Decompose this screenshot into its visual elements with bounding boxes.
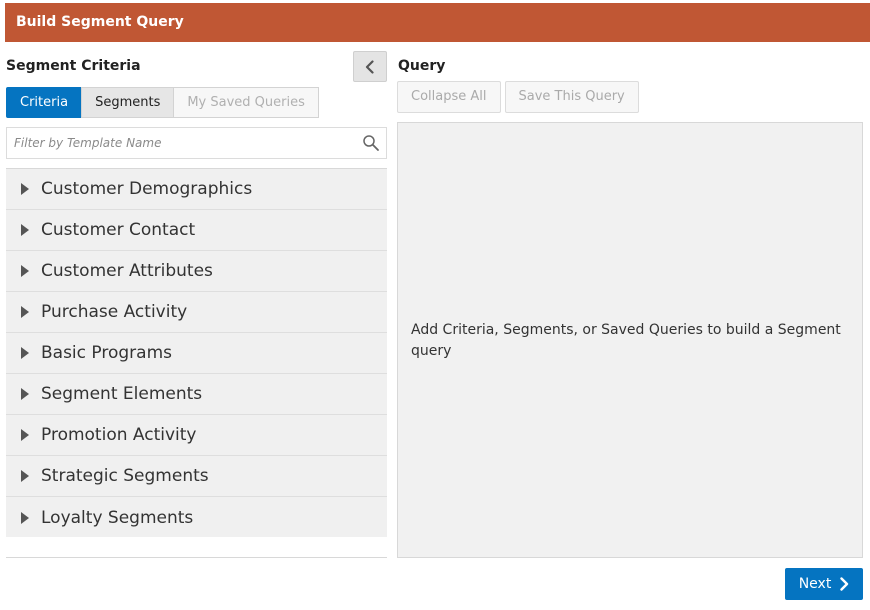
caret-right-icon xyxy=(21,224,29,236)
tab-segments[interactable]: Segments xyxy=(81,87,175,118)
category-label: Customer Contact xyxy=(41,220,196,240)
page-title: Build Segment Query xyxy=(16,14,184,30)
category-label: Promotion Activity xyxy=(41,425,197,445)
segment-criteria-heading: Segment Criteria xyxy=(6,58,141,74)
title-bar: Build Segment Query xyxy=(5,3,870,42)
query-toolbar: Collapse All Save This Query xyxy=(397,81,639,113)
caret-right-icon xyxy=(21,511,29,524)
query-heading: Query xyxy=(398,58,446,74)
caret-right-icon xyxy=(21,429,29,441)
tab-criteria[interactable]: Criteria xyxy=(6,87,83,118)
empty-query-message: Add Criteria, Segments, or Saved Queries… xyxy=(411,322,841,359)
criteria-tabs: Criteria Segments My Saved Queries xyxy=(6,87,319,118)
category-customer-demographics[interactable]: Customer Demographics xyxy=(6,169,387,210)
caret-right-icon xyxy=(21,470,29,482)
caret-right-icon xyxy=(21,306,29,318)
category-strategic-segments[interactable]: Strategic Segments xyxy=(6,456,387,497)
category-promotion-activity[interactable]: Promotion Activity xyxy=(6,415,387,456)
search-icon[interactable] xyxy=(362,134,380,152)
query-drop-area[interactable]: Add Criteria, Segments, or Saved Queries… xyxy=(397,122,863,558)
chevron-right-icon xyxy=(840,577,849,591)
category-segment-elements[interactable]: Segment Elements xyxy=(6,374,387,415)
save-this-query-button[interactable]: Save This Query xyxy=(504,81,639,113)
collapse-panel-button[interactable] xyxy=(353,51,387,82)
filter-box xyxy=(6,127,387,159)
caret-right-icon xyxy=(21,347,29,359)
category-label: Customer Demographics xyxy=(41,179,253,199)
category-label: Strategic Segments xyxy=(41,466,209,486)
category-basic-programs[interactable]: Basic Programs xyxy=(6,333,387,374)
chevron-left-icon xyxy=(365,59,374,74)
category-customer-attributes[interactable]: Customer Attributes xyxy=(6,251,387,292)
caret-right-icon xyxy=(21,388,29,400)
next-label: Next xyxy=(798,576,832,592)
category-list: Customer Demographics Customer Contact C… xyxy=(6,168,387,537)
tab-my-saved-queries[interactable]: My Saved Queries xyxy=(173,87,319,118)
category-label: Customer Attributes xyxy=(41,261,213,281)
caret-right-icon xyxy=(21,183,29,195)
divider xyxy=(6,557,387,558)
collapse-all-button[interactable]: Collapse All xyxy=(397,81,501,113)
next-button[interactable]: Next xyxy=(785,568,863,600)
category-label: Basic Programs xyxy=(41,343,172,363)
category-purchase-activity[interactable]: Purchase Activity xyxy=(6,292,387,333)
category-loyalty-segments[interactable]: Loyalty Segments xyxy=(6,497,387,538)
category-customer-contact[interactable]: Customer Contact xyxy=(6,210,387,251)
category-label: Purchase Activity xyxy=(41,302,188,322)
caret-right-icon xyxy=(21,265,29,277)
filter-by-template-input[interactable] xyxy=(7,128,347,158)
category-label: Segment Elements xyxy=(41,384,203,404)
category-label: Loyalty Segments xyxy=(41,507,194,528)
